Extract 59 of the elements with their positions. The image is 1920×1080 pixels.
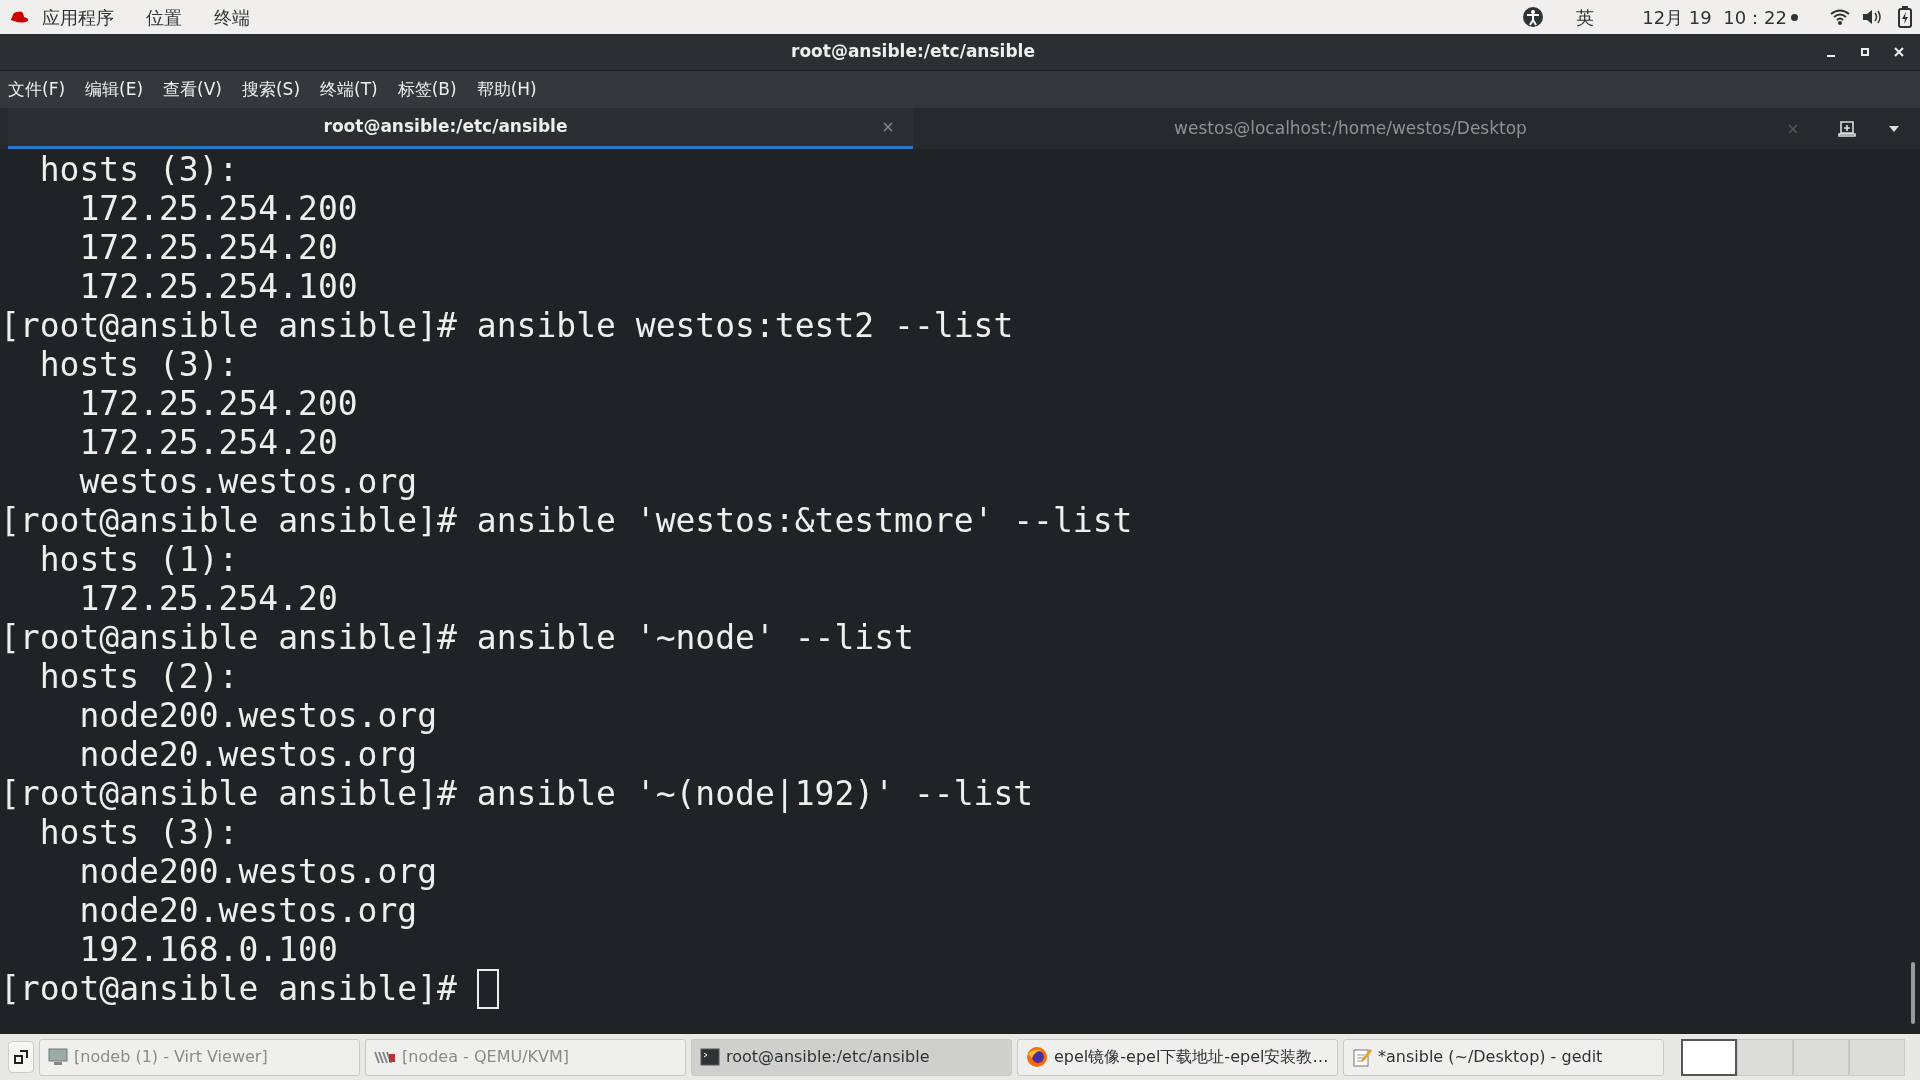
show-desktop-button[interactable] — [8, 1041, 34, 1073]
menu-item[interactable]: 编辑(E) — [81, 76, 148, 103]
workspace-switcher[interactable] — [1681, 1038, 1737, 1076]
terminal-line: node200.westos.org — [78, 852, 439, 891]
menu-item[interactable]: 查看(V) — [159, 76, 226, 103]
terminal-prompt: [root@ansible ansible]# — [0, 969, 458, 1008]
battery-icon[interactable] — [1898, 6, 1912, 28]
taskbar-button[interactable]: root@ansible:/etc/ansible — [691, 1038, 1012, 1076]
top-menu[interactable]: 终端 — [214, 3, 250, 31]
terminal-line: [root@ansible ansible]# ansible '~node' --list — [0, 618, 915, 657]
menu-item[interactable]: 文件(F) — [4, 76, 70, 103]
terminal-line: westos.westos.org — [78, 462, 419, 501]
close-button[interactable] — [1894, 47, 1904, 57]
fox-globe-icon — [1026, 1046, 1048, 1068]
terminal-line: hosts (3): — [38, 345, 240, 384]
accessibility-icon[interactable] — [1522, 6, 1545, 28]
terminal-line: 172.25.254.20 — [78, 228, 339, 267]
terminal-line: 172.25.254.20 — [78, 423, 339, 462]
terminal-line: hosts (1): — [38, 540, 240, 579]
input-method-indicator[interactable]: 英 — [1576, 3, 1595, 31]
taskbar-button[interactable]: *ansible (~/Desktop) - gedit — [1343, 1038, 1664, 1076]
terminal-line: node20.westos.org — [78, 735, 419, 774]
cursor — [476, 968, 499, 1009]
menu-item[interactable]: 帮助(H) — [472, 76, 541, 103]
hat-logo-icon — [8, 9, 30, 25]
top-menu[interactable]: 应用程序 — [42, 3, 114, 31]
clock[interactable]: 12月 19 10：22 — [1642, 3, 1787, 31]
terminal-line: node20.westos.org — [78, 891, 419, 930]
terminal-line: 192.168.0.100 — [78, 930, 339, 969]
notepad-pencil-icon — [1352, 1047, 1372, 1067]
terminal-line: 172.25.254.200 — [78, 384, 359, 423]
menu-item[interactable]: 标签(B) — [393, 76, 461, 103]
window-title: root@ansible:/etc/ansible — [791, 40, 1035, 64]
terminal-icon — [700, 1048, 720, 1066]
terminal-line: 172.25.254.20 — [78, 579, 339, 618]
dropdown-arrow-icon[interactable] — [1888, 124, 1900, 133]
terminal-line: [root@ansible ansible]# ansible 'westos:&testmore' --list — [0, 501, 1134, 540]
menu-item[interactable]: 搜索(S) — [237, 76, 305, 103]
new-tab-icon[interactable] — [1838, 120, 1856, 137]
taskbar-button[interactable]: epel镜像-epel下载地址-epel安装教… — [1017, 1038, 1338, 1076]
desktop-icon — [14, 1050, 28, 1064]
top-menu[interactable]: 位置 — [146, 3, 182, 31]
monitor-icon — [48, 1048, 68, 1066]
terminal-line: [root@ansible ansible]# ansible '~(node|192)' --list — [0, 774, 1035, 813]
chip-icon — [374, 1050, 396, 1064]
terminal-line: 172.25.254.100 — [78, 267, 359, 306]
terminal-line: 172.25.254.200 — [78, 189, 359, 228]
volume-icon[interactable] — [1862, 8, 1882, 26]
terminal-line: hosts (2): — [38, 657, 240, 696]
terminal-line: node200.westos.org — [78, 696, 439, 735]
terminal-line: hosts (3): — [38, 150, 240, 189]
maximize-button[interactable] — [1860, 47, 1870, 57]
terminal-line: [root@ansible ansible]# ansible westos:test2 --list — [0, 306, 1015, 345]
terminal-line: hosts (3): — [38, 813, 240, 852]
wifi-icon[interactable] — [1830, 9, 1850, 25]
close-tab-icon[interactable] — [883, 122, 893, 132]
scrollbar-thumb[interactable] — [1911, 962, 1915, 1024]
terminal-tab[interactable]: root@ansible:/etc/ansible — [8, 108, 913, 149]
menu-item[interactable]: 终端(T) — [316, 76, 382, 103]
